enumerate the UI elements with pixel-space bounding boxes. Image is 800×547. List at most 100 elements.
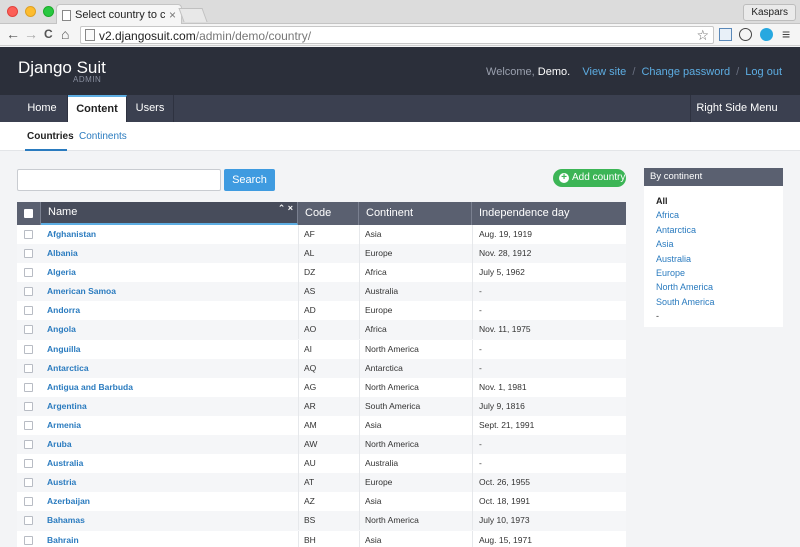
country-name-link[interactable]: Anguilla: [47, 340, 81, 359]
row-checkbox[interactable]: [24, 249, 33, 259]
sort-toggle-icon[interactable]: ⌃ ×: [278, 203, 293, 213]
country-independence: Nov. 1, 1981: [479, 381, 527, 392]
country-name-link[interactable]: Algeria: [47, 263, 76, 282]
nav-home[interactable]: Home: [17, 95, 68, 122]
select-all-checkbox[interactable]: [24, 209, 33, 218]
column-header-independence[interactable]: Independence day: [472, 202, 626, 225]
country-name-link[interactable]: Argentina: [47, 397, 87, 416]
row-checkbox[interactable]: [24, 268, 33, 278]
view-site-link[interactable]: View site: [582, 66, 626, 78]
extension-icon[interactable]: [719, 28, 732, 41]
column-divider: [298, 473, 299, 493]
extension-blue-icon[interactable]: [760, 28, 773, 41]
row-checkbox[interactable]: [24, 401, 33, 411]
new-tab-button[interactable]: [178, 8, 208, 22]
row-checkbox[interactable]: [24, 497, 33, 507]
change-password-link[interactable]: Change password: [641, 66, 730, 78]
search-input[interactable]: [17, 169, 221, 191]
country-name-link[interactable]: Afghanistan: [47, 225, 96, 244]
reload-icon[interactable]: C: [44, 27, 53, 41]
country-independence: -: [479, 362, 482, 373]
country-name-link[interactable]: Aruba: [47, 435, 72, 454]
filter-item[interactable]: South America: [656, 295, 783, 309]
column-divider: [359, 263, 360, 283]
row-checkbox[interactable]: [24, 420, 33, 430]
close-window-button[interactable]: [7, 6, 18, 17]
info-extension-icon[interactable]: [739, 28, 752, 41]
filter-item[interactable]: All: [656, 194, 783, 208]
country-name-link[interactable]: Antigua and Barbuda: [47, 378, 133, 397]
back-arrow-icon[interactable]: ←: [6, 26, 20, 42]
bookmark-star-icon[interactable]: ☆: [696, 27, 709, 44]
row-checkbox[interactable]: [24, 535, 33, 545]
column-divider: [298, 530, 299, 547]
column-divider: [298, 377, 299, 397]
nav-content[interactable]: Content: [68, 95, 127, 122]
country-independence: Oct. 18, 1991: [479, 496, 531, 507]
row-checkbox[interactable]: [24, 230, 33, 239]
browser-tab[interactable]: Select country to change | Dj ×: [56, 4, 182, 25]
minimize-window-button[interactable]: [25, 6, 36, 17]
row-checkbox[interactable]: [24, 516, 33, 526]
column-header-name[interactable]: Name ⌃ ×: [41, 202, 298, 225]
row-checkbox[interactable]: [24, 459, 33, 469]
column-header-code[interactable]: Code: [298, 202, 359, 225]
filter-item[interactable]: Asia: [656, 237, 783, 251]
country-name-link[interactable]: Angola: [47, 320, 76, 339]
nav-right-side-menu[interactable]: Right Side Menu: [690, 95, 783, 122]
logout-link[interactable]: Log out: [745, 66, 782, 78]
column-divider: [472, 396, 473, 416]
filter-item[interactable]: Australia: [656, 252, 783, 266]
row-checkbox[interactable]: [24, 344, 33, 354]
url-domain: v2.djangosuit.com: [99, 29, 196, 43]
country-independence: Sept. 21, 1991: [479, 419, 535, 430]
filter-item[interactable]: Africa: [656, 208, 783, 222]
maximize-window-button[interactable]: [43, 6, 54, 17]
country-name-link[interactable]: Bahamas: [47, 511, 85, 530]
row-checkbox[interactable]: [24, 382, 33, 392]
column-divider: [359, 396, 360, 416]
tab-continents[interactable]: Continents: [79, 131, 127, 142]
column-header-continent[interactable]: Continent: [359, 202, 472, 225]
filter-item[interactable]: Europe: [656, 266, 783, 280]
profile-button[interactable]: Kaspars: [743, 4, 796, 21]
country-name-link[interactable]: Bahrain: [47, 531, 79, 547]
tab-countries[interactable]: Countries: [27, 131, 74, 142]
country-independence: -: [479, 439, 482, 450]
column-divider: [472, 263, 473, 283]
column-divider: [472, 435, 473, 455]
row-checkbox[interactable]: [24, 306, 33, 316]
filter-item[interactable]: -: [656, 309, 783, 323]
row-checkbox[interactable]: [24, 440, 33, 450]
filter-item[interactable]: Antarctica: [656, 223, 783, 237]
address-bar[interactable]: v2.djangosuit.com/admin/demo/country/ ☆: [80, 26, 714, 44]
nav-users[interactable]: Users: [127, 95, 174, 122]
row-checkbox[interactable]: [24, 478, 33, 488]
country-code: DZ: [304, 267, 316, 278]
filter-item[interactable]: North America: [656, 280, 783, 294]
forward-arrow-icon[interactable]: →: [24, 26, 38, 42]
country-name-link[interactable]: American Samoa: [47, 282, 116, 301]
country-name-link[interactable]: Albania: [47, 244, 78, 263]
column-divider: [472, 282, 473, 302]
row-checkbox[interactable]: [24, 325, 33, 335]
country-continent: Asia: [365, 496, 382, 507]
table-row: Andorra AD Europe -: [17, 301, 626, 321]
row-checkbox[interactable]: [24, 363, 33, 373]
page-info-icon[interactable]: [85, 29, 95, 41]
column-divider: [359, 301, 360, 321]
country-name-link[interactable]: Azerbaijan: [47, 492, 90, 511]
country-name-link[interactable]: Antarctica: [47, 359, 89, 378]
country-name-link[interactable]: Australia: [47, 454, 83, 473]
search-button[interactable]: Search: [224, 169, 275, 191]
browser-menu-icon[interactable]: ≡: [782, 26, 790, 42]
country-continent: Asia: [365, 534, 382, 545]
home-icon[interactable]: ⌂: [61, 26, 69, 42]
close-tab-icon[interactable]: ×: [169, 8, 176, 22]
country-name-link[interactable]: Austria: [47, 473, 76, 492]
row-checkbox[interactable]: [24, 287, 33, 297]
country-name-link[interactable]: Armenia: [47, 416, 81, 435]
table-row: Azerbaijan AZ Asia Oct. 18, 1991: [17, 492, 626, 512]
country-name-link[interactable]: Andorra: [47, 301, 80, 320]
add-country-button[interactable]: + Add country: [553, 169, 626, 187]
